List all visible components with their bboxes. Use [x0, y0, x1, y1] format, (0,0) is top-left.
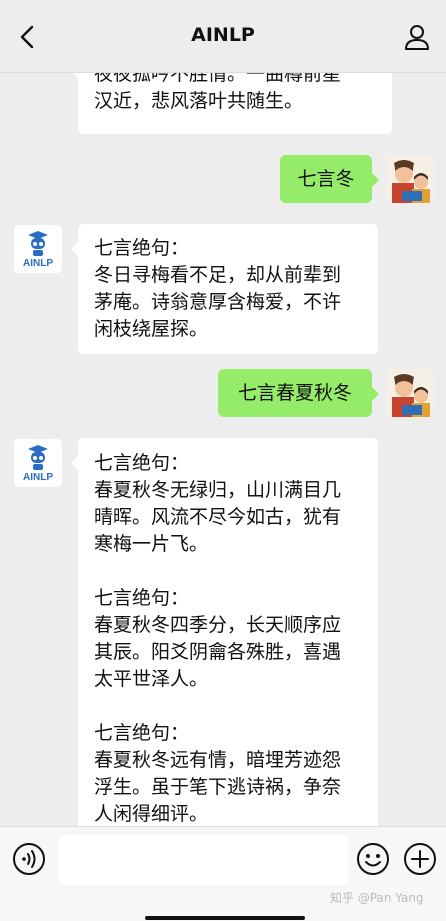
message-line: 春夏秋冬远有情，暗埋芳迹怨 [94, 749, 342, 771]
user-message-bubble: 七言春夏秋冬 [218, 369, 379, 417]
message-line: 汉近，悲风落叶共随生。 [94, 90, 304, 112]
message-line: 七言绝句： [94, 587, 190, 609]
message-line: 七言绝句： [94, 237, 190, 259]
message-line: 冬日寻梅看不足，却从前辈到 [94, 264, 342, 286]
message-line: 七言绝句： [94, 722, 190, 744]
message-line: 闲枝绕屋探。 [94, 318, 209, 340]
emoji-icon[interactable] [356, 842, 390, 876]
user-avatar-illustration [386, 155, 434, 203]
message-line: 人闲得细评。 [94, 803, 209, 825]
poem-gap [94, 558, 362, 585]
bot-avatar[interactable]: AINLP [14, 439, 62, 487]
bot-avatar-label: AINLP [23, 472, 53, 483]
bot-avatar[interactable]: AINLP [14, 225, 62, 273]
message-line: 七言绝句： [94, 452, 190, 474]
user-message-bubble: 七言冬 [280, 155, 379, 203]
person-icon[interactable] [402, 22, 432, 52]
plus-icon[interactable] [403, 842, 437, 876]
message-line: 茅庵。诗翁意厚含梅爱，不许 [94, 291, 342, 313]
message-line: 春夏秋冬无绿归，山川满目几 [94, 479, 342, 501]
message-text: 七言冬 [297, 168, 355, 190]
user-avatar-illustration [386, 369, 434, 417]
watermark: 知乎 @Pan Yang [330, 891, 424, 905]
home-indicator [145, 916, 305, 920]
voice-icon[interactable] [12, 842, 46, 876]
bot-message-bubble: 七言绝句： 春夏秋冬无绿归，山川满目几 晴晖。风流不尽今如古，犹有 寒梅一片飞。… [71, 438, 378, 826]
chat-area: 夜夜孤吟不胜情。一曲樽前星 汉近，悲风落叶共随生。 七言冬 AINLP 七言绝句… [0, 0, 446, 826]
message-line: 其辰。阳爻阴龠各殊胜，喜遇 [94, 641, 342, 663]
poem-gap [94, 693, 362, 720]
bot-avatar-label: AINLP [23, 258, 53, 269]
bot-message-bubble: 七言绝句： 冬日寻梅看不足，却从前辈到 茅庵。诗翁意厚含梅爱，不许 闲枝绕屋探。 [71, 224, 378, 354]
message-line: 寒梅一片飞。 [94, 533, 209, 555]
user-avatar[interactable] [386, 369, 434, 417]
message-line: 浮生。虽于笔下逃诗祸，争奈 [94, 776, 342, 798]
input-bar: 知乎 @Pan Yang [0, 826, 446, 921]
chat-header: AINLP [0, 0, 446, 73]
message-input[interactable] [58, 835, 348, 885]
message-line: 春夏秋冬四季分，长天顺序应 [94, 614, 342, 636]
chat-title: AINLP [191, 24, 255, 46]
user-avatar[interactable] [386, 155, 434, 203]
message-text: 七言春夏秋冬 [237, 382, 352, 404]
message-line: 太平世泽人。 [94, 668, 209, 690]
message-line: 晴晖。风流不尽今如古，犹有 [94, 506, 342, 528]
